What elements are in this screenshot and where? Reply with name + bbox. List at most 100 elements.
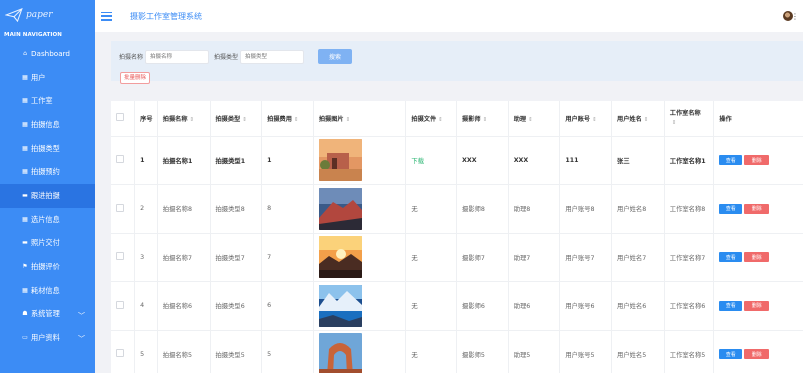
name-search-input[interactable] xyxy=(145,49,210,64)
view-button[interactable]: 查看 xyxy=(719,155,743,166)
thumbnail-desert-house[interactable] xyxy=(318,139,362,182)
sidebar-item-label: 用户资料 xyxy=(31,333,60,343)
table-header-row: 序号 拍摄名称 ⇕ 拍摄类型 ⇕ 拍摄费用 ⇕ 拍摄图片 ⇕ 拍摄文件 ⇕ 摄影师 ⇕ 助理… xyxy=(111,101,803,137)
column-header[interactable]: 拍摄文件 ⇕ xyxy=(405,101,458,137)
column-header[interactable]: 拍摄图片 ⇕ xyxy=(313,101,407,137)
row-checkbox[interactable] xyxy=(116,203,124,212)
cell-actions: 查看 删除 xyxy=(713,184,803,234)
chevron-down-icon: ﹀ xyxy=(78,335,85,344)
grid-icon: ▦ xyxy=(22,286,28,294)
sidebar-item-label: 选片信息 xyxy=(31,214,60,224)
sidebar-item-shoot-type[interactable]: ▦ 拍摄类型 xyxy=(0,137,95,161)
search-button[interactable]: 搜索 xyxy=(318,49,353,64)
cell-actions: 查看 删除 xyxy=(713,281,803,331)
delete-button[interactable]: 删除 xyxy=(744,349,770,360)
batch-delete-button[interactable]: 批量删除 xyxy=(120,72,151,84)
row-checkbox[interactable] xyxy=(116,155,124,164)
thumbnail-rock-arch[interactable] xyxy=(318,333,362,373)
select-all-checkbox-cell[interactable] xyxy=(111,101,136,137)
search-panel: 拍摄名称 拍摄类型 搜索 xyxy=(111,41,803,81)
cell-studio: 工作室名称8 xyxy=(664,184,715,234)
cell-actions: 查看 删除 xyxy=(713,330,803,373)
column-header[interactable]: 助理 ⇕ xyxy=(508,101,561,137)
row-checkbox[interactable] xyxy=(116,252,124,261)
cell-type: 拍摄类型7 xyxy=(210,233,263,282)
sidebar-item-materials[interactable]: ▦ 耗材信息 xyxy=(0,279,95,303)
sidebar: paper MAIN NAVIGATION ⌂ Dashboard ▦ 用户 ▦… xyxy=(0,0,108,373)
cell-name: 拍摄名称1 xyxy=(157,136,211,185)
cell-studio: 工作室名称5 xyxy=(664,330,715,373)
name-label: 拍摄名称 xyxy=(119,54,144,61)
hamburger-icon[interactable] xyxy=(101,11,112,21)
data-table: 序号 拍摄名称 ⇕ 拍摄类型 ⇕ 拍摄费用 ⇕ 拍摄图片 ⇕ 拍摄文件 ⇕ 摄影师 ⇕ 助理… xyxy=(111,101,803,373)
sort-icon: ⇕ xyxy=(528,116,533,123)
column-header[interactable]: 拍摄费用 ⇕ xyxy=(261,101,314,137)
flag-icon: ⚑ xyxy=(22,263,28,271)
sidebar-item-booking[interactable]: ▦ 拍摄预约 xyxy=(0,160,95,184)
sidebar-nav: ⌂ Dashboard ▦ 用户 ▦ 工作室 ▦ 拍摄信息 ▦ 拍摄类型 ▦ 拍… xyxy=(0,42,108,350)
sidebar-item-system[interactable]: ☗ 系统管理 ﹀ xyxy=(0,303,95,327)
type-search-input[interactable] xyxy=(240,49,305,64)
delete-button[interactable]: 删除 xyxy=(744,203,770,214)
row-checkbox[interactable] xyxy=(116,300,124,309)
grid-icon: ▦ xyxy=(22,73,28,81)
sidebar-item-follow-up[interactable]: ▬ 跟进拍摄 xyxy=(0,184,108,208)
cell-fee: 6 xyxy=(261,281,314,331)
sidebar-item-shoot-info[interactable]: ▦ 拍摄信息 xyxy=(0,113,95,137)
row-checkbox-cell[interactable] xyxy=(111,233,136,282)
delete-button[interactable]: 删除 xyxy=(744,300,770,311)
cell-fee: 1 xyxy=(261,136,314,185)
cell-account: 用户账号5 xyxy=(559,330,613,373)
sidebar-item-delivery[interactable]: ▬ 照片交付 xyxy=(0,232,95,256)
sidebar-item-label: 拍摄评价 xyxy=(31,262,60,272)
row-checkbox-cell[interactable] xyxy=(111,330,136,373)
delete-button[interactable]: 删除 xyxy=(744,252,770,263)
logo-text: paper xyxy=(26,10,53,20)
type-label: 拍摄类型 xyxy=(214,54,239,61)
grid-icon: ▦ xyxy=(22,144,28,152)
row-checkbox-cell[interactable] xyxy=(111,136,136,185)
cell-index: 1 xyxy=(134,136,158,185)
column-header[interactable]: 拍摄类型 ⇕ xyxy=(210,101,263,137)
cell-assistant: 助理7 xyxy=(508,233,561,282)
column-header[interactable]: 用户账号 ⇕ xyxy=(559,101,613,137)
thumbnail-blue-lake[interactable] xyxy=(318,284,362,327)
row-checkbox-cell[interactable] xyxy=(111,184,136,234)
sidebar-item-users[interactable]: ▦ 用户 xyxy=(0,66,95,90)
cell-studio: 工作室名称6 xyxy=(664,281,715,331)
sidebar-item-studio[interactable]: ▦ 工作室 xyxy=(0,89,95,113)
cell-name: 拍摄名称5 xyxy=(157,330,211,373)
view-button[interactable]: 查看 xyxy=(719,252,743,263)
sidebar-item-profile[interactable]: ▭ 用户资料 ﹀ xyxy=(0,326,95,350)
nav-header: MAIN NAVIGATION xyxy=(4,32,63,38)
table-row: 3 拍摄名称7 拍摄类型7 7 无 摄影师7 助理7 用户账号7 用户姓名7 工… xyxy=(111,233,803,282)
sidebar-item-label: 拍摄信息 xyxy=(31,119,60,129)
row-checkbox[interactable] xyxy=(116,349,124,358)
more-icon[interactable]: ⋮ xyxy=(791,12,799,21)
cell-file: 无 xyxy=(405,184,458,234)
delete-button[interactable]: 删除 xyxy=(744,155,770,166)
view-button[interactable]: 查看 xyxy=(719,300,743,311)
thumbnail-sunset-mountain[interactable] xyxy=(318,236,362,279)
paper-plane-icon xyxy=(5,8,23,22)
sidebar-item-dashboard[interactable]: ⌂ Dashboard xyxy=(0,42,95,66)
sidebar-item-label: 工作室 xyxy=(31,96,53,106)
sidebar-item-review[interactable]: ⚑ 拍摄评价 xyxy=(0,255,95,279)
column-header[interactable]: 拍摄名称 ⇕ xyxy=(157,101,211,137)
sidebar-item-label: Dashboard xyxy=(31,49,70,59)
grid-icon: ▦ xyxy=(22,120,28,128)
cell-actions: 查看 删除 xyxy=(713,136,803,185)
cell-file-download-link[interactable]: 下载 xyxy=(405,136,458,185)
select-all-checkbox[interactable] xyxy=(116,113,124,122)
cell-account: 用户账号6 xyxy=(559,281,613,331)
sidebar-item-selection[interactable]: ▦ 选片信息 xyxy=(0,208,95,232)
row-checkbox-cell[interactable] xyxy=(111,281,136,331)
view-button[interactable]: 查看 xyxy=(719,349,743,360)
cell-user-name: 张三 xyxy=(611,136,665,185)
cell-photographer: 摄影师5 xyxy=(456,330,509,373)
view-button[interactable]: 查看 xyxy=(719,203,743,214)
thumbnail-red-mountain[interactable] xyxy=(318,187,362,230)
column-header[interactable]: 工作室名称 ⇕ xyxy=(664,101,715,137)
column-header[interactable]: 摄影师 ⇕ xyxy=(456,101,509,137)
column-header[interactable]: 用户姓名 ⇕ xyxy=(611,101,665,137)
